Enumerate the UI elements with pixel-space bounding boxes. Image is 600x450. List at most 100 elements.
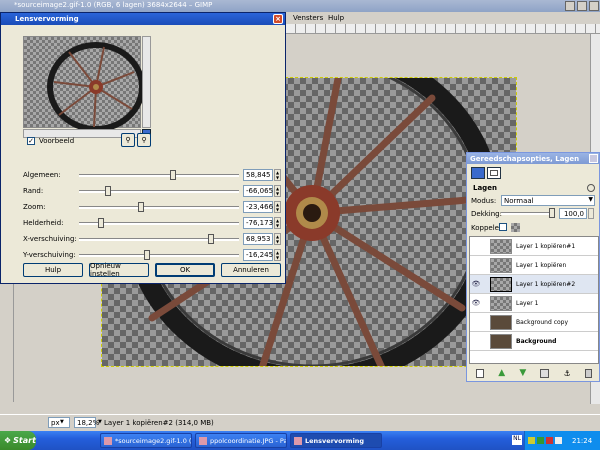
tab-tool-options[interactable] xyxy=(471,167,485,179)
slider-value-field[interactable]: 68,953 xyxy=(243,233,273,245)
lock-alpha-icon[interactable] xyxy=(511,223,520,232)
slider-track xyxy=(79,190,239,193)
layer-thumbnail xyxy=(490,333,512,349)
unit-select-value: px xyxy=(51,419,60,427)
tray-icon[interactable] xyxy=(528,437,535,444)
layer-name: Background xyxy=(516,337,557,345)
preview-wheel-image xyxy=(47,42,145,132)
help-button[interactable]: Hulp xyxy=(23,263,83,277)
app-icon xyxy=(199,436,207,445)
cancel-button[interactable]: Annuleren xyxy=(221,263,281,277)
preview-vscroll[interactable] xyxy=(142,36,151,128)
dialog-close-button[interactable]: × xyxy=(273,14,283,24)
clock[interactable]: 21:24 xyxy=(572,437,592,445)
slider-row: X-verschuiving: 68,953 ▲ ▼ xyxy=(23,233,283,247)
slider-value-field[interactable]: -23,466 xyxy=(243,201,273,213)
tray-icon[interactable] xyxy=(555,437,562,444)
slider-spinner[interactable]: ▲ ▼ xyxy=(274,249,281,261)
dialog-title: Lensvervorming xyxy=(15,15,79,23)
mode-select[interactable]: Normaal ▼ xyxy=(501,195,595,206)
opacity-label: Dekking: xyxy=(471,210,502,218)
slider-spinner[interactable]: ▲ ▼ xyxy=(274,233,281,245)
layer-row[interactable]: 👁 Layer 1 kopiëren#2 xyxy=(470,275,598,294)
slider-spinner[interactable]: ▲ ▼ xyxy=(274,169,281,181)
slider-label: Zoom: xyxy=(23,203,46,211)
maximize-button[interactable] xyxy=(577,1,587,11)
slider-spinner[interactable]: ▲ ▼ xyxy=(274,185,281,197)
layer-row[interactable]: Layer 1 kopiëren xyxy=(470,256,598,275)
slider[interactable] xyxy=(79,218,239,228)
slider-thumb[interactable] xyxy=(97,218,104,228)
slider[interactable] xyxy=(79,234,239,244)
layer-row[interactable]: Layer 1 kopiëren#1 xyxy=(470,237,598,256)
zoom-in-icon: ⚲ xyxy=(141,136,147,144)
slider-thumb[interactable] xyxy=(137,202,144,212)
language-indicator[interactable]: NL xyxy=(512,435,522,445)
opacity-slider-thumb[interactable] xyxy=(549,208,555,218)
raise-layer-icon[interactable]: ▲ xyxy=(498,368,505,378)
lock-checkbox[interactable] xyxy=(499,223,507,231)
eye-icon[interactable]: 👁 xyxy=(470,280,482,288)
panel-menu-button[interactable] xyxy=(587,184,595,192)
reset-button[interactable]: Opnieuw instellen xyxy=(89,262,149,278)
slider[interactable] xyxy=(79,202,239,212)
zoom-out-button[interactable]: ⚲ xyxy=(121,133,135,147)
unit-select[interactable]: px xyxy=(48,417,70,428)
lower-layer-icon[interactable]: ▼ xyxy=(519,368,526,378)
slider-thumb[interactable] xyxy=(169,170,176,180)
taskbar-item[interactable]: ppolcoordinatie.JPG - Paint xyxy=(195,433,287,448)
opacity-slider[interactable] xyxy=(501,208,555,218)
preview-area[interactable] xyxy=(23,36,145,132)
menu-help[interactable]: Hulp xyxy=(328,14,344,22)
slider-spinner[interactable]: ▲ ▼ xyxy=(274,201,281,213)
tray-icon[interactable] xyxy=(537,437,544,444)
layer-row[interactable]: Background copy xyxy=(470,313,598,332)
unit-chevron-icon[interactable]: ▼ xyxy=(60,419,64,425)
preview-checkbox[interactable]: ✓ xyxy=(27,137,35,145)
slider-thumb[interactable] xyxy=(143,250,150,260)
close-button[interactable] xyxy=(589,1,599,11)
slider-spinner[interactable]: ▲ ▼ xyxy=(274,217,281,229)
delete-layer-icon[interactable] xyxy=(584,368,592,378)
ok-button[interactable]: OK xyxy=(155,263,215,277)
layers-panel-close-button[interactable] xyxy=(589,154,598,163)
opacity-field[interactable]: 100,0 xyxy=(559,208,587,219)
taskbar-item[interactable]: *sourceimage2.gif-1.0 (... xyxy=(100,433,192,448)
windows-logo-icon: ❖ xyxy=(4,436,12,445)
status-bar: px ▼ 18,2% ▼ Layer 1 kopiëren#2 (314,0 M… xyxy=(0,414,600,430)
tray-icon[interactable] xyxy=(546,437,553,444)
slider[interactable] xyxy=(79,170,239,180)
layer-name: Layer 1 xyxy=(516,299,539,307)
slider[interactable] xyxy=(79,186,239,196)
slider-row: Y-verschuiving: -16,245 ▲ ▼ xyxy=(23,249,283,263)
opacity-spinner[interactable] xyxy=(588,208,594,219)
slider[interactable] xyxy=(79,250,239,260)
eye-icon[interactable]: 👁 xyxy=(470,299,482,307)
tab-layers[interactable] xyxy=(487,167,501,179)
slider-value-field[interactable]: -16,245 xyxy=(243,249,273,261)
zoom-value: 18,2% xyxy=(77,419,100,427)
anchor-layer-icon[interactable]: ⚓ xyxy=(564,369,571,378)
duplicate-layer-icon[interactable] xyxy=(540,368,550,378)
slider-value-field[interactable]: -76,173 xyxy=(243,217,273,229)
slider-value-field[interactable]: -66,065 xyxy=(243,185,273,197)
menu-windows[interactable]: Vensters xyxy=(293,14,323,22)
slider-label: Algemeen: xyxy=(23,171,61,179)
slider-thumb[interactable] xyxy=(105,186,112,196)
layer-row[interactable]: Background xyxy=(470,332,598,351)
slider-thumb[interactable] xyxy=(208,234,215,244)
minimize-button[interactable] xyxy=(565,1,575,11)
zoom-chevron-icon[interactable]: ▼ xyxy=(98,419,102,425)
slider-value-field[interactable]: 58,845 xyxy=(243,169,273,181)
zoom-select[interactable]: 18,2% xyxy=(74,417,100,428)
start-label: Start xyxy=(13,436,36,445)
layers-panel-title-bar: Gereedschapsopties, Lagen xyxy=(467,153,599,164)
new-layer-icon[interactable] xyxy=(476,368,485,378)
zoom-in-button[interactable]: ⚲ xyxy=(137,133,151,147)
system-tray: 21:24 xyxy=(524,431,600,450)
start-button[interactable]: ❖ Start xyxy=(0,431,36,450)
chevron-down-icon: ▼ xyxy=(588,196,593,203)
taskbar-item[interactable]: Lensvervorming xyxy=(290,433,382,448)
layer-row[interactable]: 👁 Layer 1 xyxy=(470,294,598,313)
slider-label: X-verschuiving: xyxy=(23,235,77,243)
